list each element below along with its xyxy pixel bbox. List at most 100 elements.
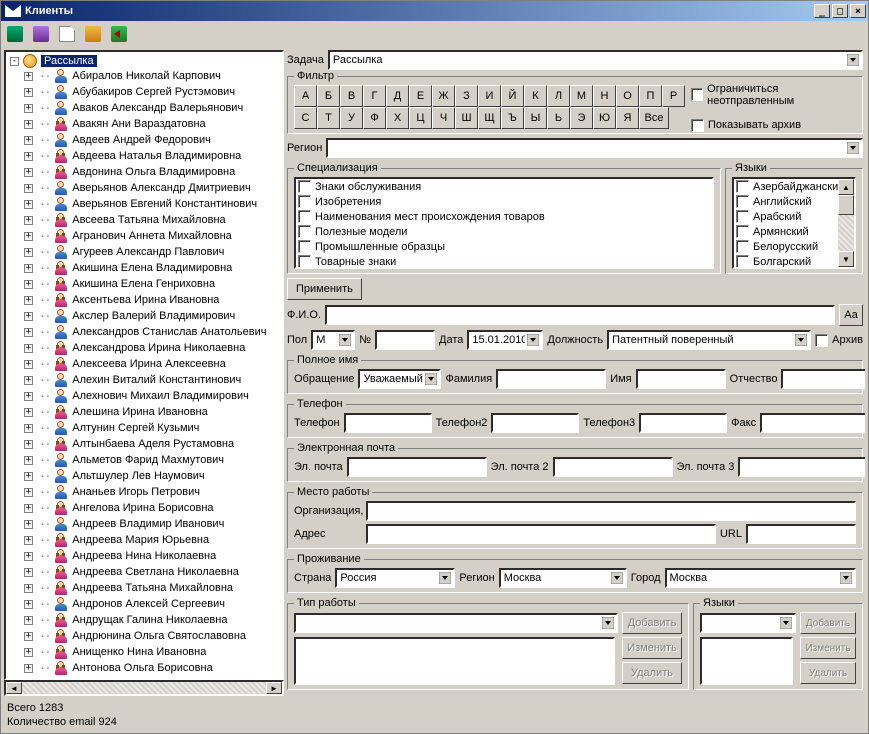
phone1-input[interactable] <box>344 413 432 433</box>
maximize-button[interactable]: □ <box>832 4 848 18</box>
checkbox-icon[interactable] <box>298 225 311 238</box>
tree-node[interactable]: ··Авдеева Наталья Владимировна <box>6 148 282 164</box>
letter-button[interactable]: Х <box>386 107 409 129</box>
letter-button[interactable]: Ф <box>363 107 386 129</box>
expand-icon[interactable] <box>24 72 33 81</box>
expand-icon[interactable] <box>24 472 33 481</box>
tree-node[interactable]: ··Алтунин Сергей Кузьмич <box>6 420 282 436</box>
book-icon[interactable] <box>7 26 23 42</box>
tree-node[interactable]: ··Ананьев Игорь Петрович <box>6 484 282 500</box>
expand-icon[interactable] <box>24 152 33 161</box>
letter-button[interactable]: Ж <box>432 85 455 107</box>
scrollbar[interactable]: ▲▼ <box>838 179 854 267</box>
tree-node[interactable]: ··Андреева Светлана Николаевна <box>6 564 282 580</box>
expand-icon[interactable] <box>24 632 33 641</box>
tree-node[interactable]: ··Аверьянов Евгений Константинович <box>6 196 282 212</box>
collapse-icon[interactable]: - <box>10 57 19 66</box>
list-item[interactable]: Арабский <box>734 209 854 224</box>
tree-horizontal-scrollbar[interactable]: ◄ ► <box>4 680 284 696</box>
expand-icon[interactable] <box>24 488 33 497</box>
archive-checkbox[interactable]: Архив <box>815 334 863 347</box>
tree-node[interactable]: ··Алехин Виталий Константинович <box>6 372 282 388</box>
expand-icon[interactable] <box>24 552 33 561</box>
position-combo[interactable]: Патентный поверенный <box>607 330 811 350</box>
expand-icon[interactable] <box>24 392 33 401</box>
letter-button[interactable]: З <box>455 85 478 107</box>
salutation-combo[interactable]: Уважаемый <box>358 369 441 389</box>
tree-node[interactable]: ··Аваков Александр Валерьянович <box>6 100 282 116</box>
tree-node[interactable]: ··Акишина Елена Генриховна <box>6 276 282 292</box>
tree-node[interactable]: ··Авсеева Татьяна Михайловна <box>6 212 282 228</box>
checkbox-icon[interactable] <box>298 240 311 253</box>
checkbox-icon[interactable] <box>298 255 311 268</box>
scroll-left-icon[interactable]: ◄ <box>6 682 22 694</box>
tree-node[interactable]: ··Ангелова Ирина Борисовна <box>6 500 282 516</box>
url-input[interactable] <box>746 524 856 544</box>
jobtype-combo[interactable] <box>294 613 618 633</box>
list-item[interactable]: Товарные знаки <box>296 254 712 269</box>
letter-button[interactable]: А <box>294 85 317 107</box>
list-item[interactable]: Болгарский <box>734 254 854 269</box>
tree-node[interactable]: ··Абиралов Николай Карпович <box>6 68 282 84</box>
letter-button[interactable]: Все <box>639 107 669 129</box>
letter-button[interactable]: Й <box>501 85 524 107</box>
scroll-up-icon[interactable]: ▲ <box>838 179 854 195</box>
list-item[interactable]: Армянский <box>734 224 854 239</box>
jobtype-add-button[interactable]: Добавить <box>622 612 682 634</box>
city-combo[interactable]: Москва <box>665 568 856 588</box>
tree-root[interactable]: - Рассылка <box>6 54 282 68</box>
checkbox-icon[interactable] <box>736 180 749 193</box>
expand-icon[interactable] <box>24 584 33 593</box>
tree-node[interactable]: ··Андронов Алексей Сергеевич <box>6 596 282 612</box>
tree-node[interactable]: ··Алексеева Ирина Алексеевна <box>6 356 282 372</box>
langs2-list[interactable] <box>700 637 793 685</box>
phone2-input[interactable] <box>491 413 579 433</box>
expand-icon[interactable] <box>24 520 33 529</box>
scroll-down-icon[interactable]: ▼ <box>838 251 854 267</box>
expand-icon[interactable] <box>24 280 33 289</box>
number-input[interactable] <box>375 330 435 350</box>
tree-node[interactable]: ··Авакян Ани Вараздатовна <box>6 116 282 132</box>
org-input[interactable] <box>366 501 856 521</box>
tree-node[interactable]: ··Агранович Аннета Михайловна <box>6 228 282 244</box>
expand-icon[interactable] <box>24 360 33 369</box>
region2-combo[interactable]: Москва <box>499 568 627 588</box>
apply-button[interactable]: Применить <box>287 278 362 300</box>
surname-input[interactable] <box>496 369 606 389</box>
expand-icon[interactable] <box>24 328 33 337</box>
expand-icon[interactable] <box>24 568 33 577</box>
tree-node[interactable]: ··Авдонина Ольга Владимировна <box>6 164 282 180</box>
tree-node[interactable]: ··Аксентьева Ирина Ивановна <box>6 292 282 308</box>
tree-node[interactable]: ··Антонова Ольга Борисовна <box>6 660 282 676</box>
expand-icon[interactable] <box>24 456 33 465</box>
list-item[interactable]: Наименования мест происхождения товаров <box>296 209 712 224</box>
exit-icon[interactable] <box>111 26 127 42</box>
letter-button[interactable]: В <box>340 85 363 107</box>
task-combo[interactable]: Рассылка <box>328 50 863 70</box>
country-combo[interactable]: Россия <box>335 568 455 588</box>
tree-node[interactable]: ··Агуреев Александр Павлович <box>6 244 282 260</box>
package-icon[interactable] <box>33 26 49 42</box>
close-button[interactable]: × <box>850 4 866 18</box>
letter-button[interactable]: П <box>639 85 662 107</box>
letter-button[interactable]: Ъ <box>501 107 524 129</box>
minimize-button[interactable]: _ <box>814 4 830 18</box>
checkbox-icon[interactable] <box>736 210 749 223</box>
new-page-icon[interactable] <box>59 26 75 42</box>
phone3-input[interactable] <box>639 413 727 433</box>
scroll-thumb[interactable] <box>838 195 854 215</box>
database-icon[interactable] <box>85 26 101 42</box>
letter-button[interactable]: Я <box>616 107 639 129</box>
letter-button[interactable]: Ч <box>432 107 455 129</box>
checkbox-icon[interactable] <box>736 255 749 268</box>
tree-node[interactable]: ··Альметов Фарид Махмутович <box>6 452 282 468</box>
list-item[interactable]: Английский <box>734 194 854 209</box>
letter-button[interactable]: Ц <box>409 107 432 129</box>
checkbox-icon[interactable] <box>298 195 311 208</box>
email2-input[interactable] <box>553 457 673 477</box>
letter-button[interactable]: Б <box>317 85 340 107</box>
expand-icon[interactable] <box>24 648 33 657</box>
expand-icon[interactable] <box>24 104 33 113</box>
tree-node[interactable]: ··Аверьянов Александр Дмитриевич <box>6 180 282 196</box>
expand-icon[interactable] <box>24 344 33 353</box>
